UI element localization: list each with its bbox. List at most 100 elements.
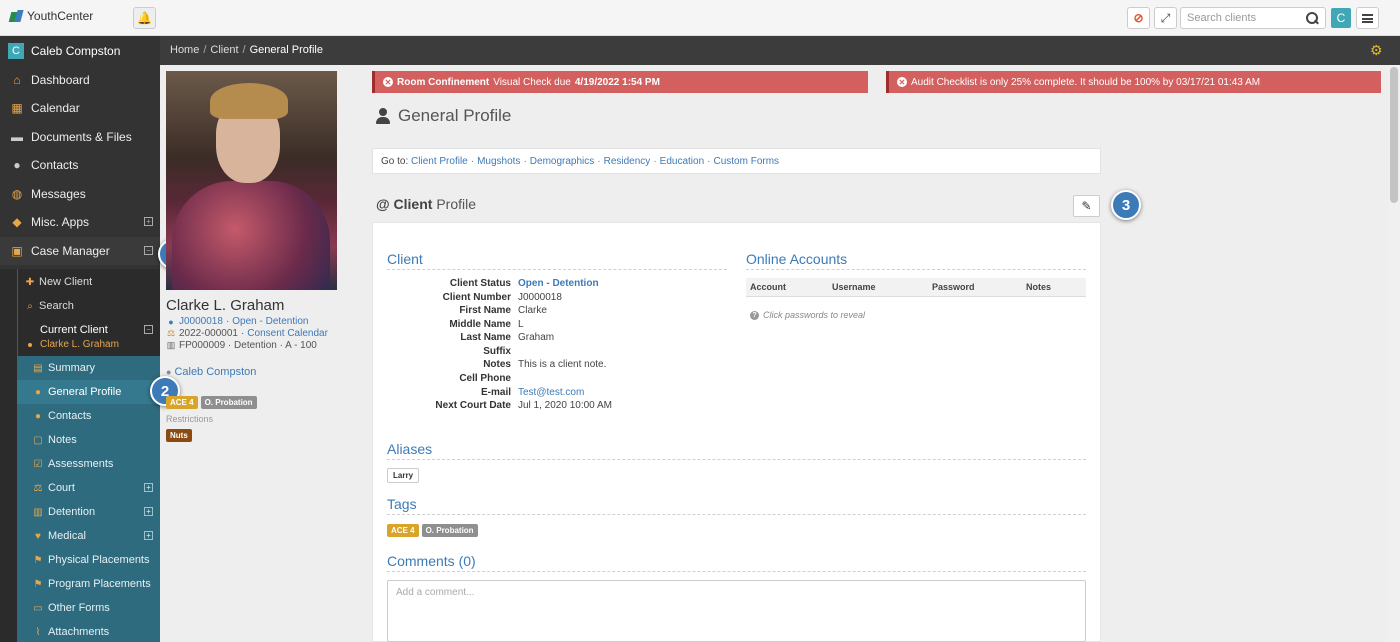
expand-plus-icon[interactable]: +: [144, 531, 153, 540]
sidebar-item-new-client[interactable]: ✚ New Client: [0, 270, 160, 294]
sidebar-item-search[interactable]: ⌕ Search: [0, 294, 160, 318]
page-title: General Profile: [376, 106, 511, 126]
caseworker-link[interactable]: Caleb Compston: [174, 366, 256, 378]
current-client-header[interactable]: Current Client Clarke L. Graham −: [0, 319, 160, 355]
goto-demographics[interactable]: Demographics: [530, 156, 594, 167]
client-menu-attachments[interactable]: ⌇ Attachments: [17, 620, 160, 642]
field-notes: Notes This is a client note.: [483, 359, 607, 370]
youthcenter-logo-icon: [10, 10, 23, 23]
case-number-line: ⚖ 2022-000001 · Consent Calendar: [166, 328, 328, 339]
settings-gear-icon[interactable]: ⚙: [1370, 43, 1384, 57]
consent-calendar-link[interactable]: Consent Calendar: [247, 328, 328, 339]
client-menu-court[interactable]: ⚖ Court +: [17, 476, 160, 500]
email-link[interactable]: Test@test.com: [518, 387, 584, 398]
page-scrollbar[interactable]: [1388, 65, 1400, 642]
tags-title: Tags: [387, 496, 1086, 515]
sidebar-item-misc-apps[interactable]: ◆ Misc. Apps +: [0, 208, 160, 236]
user-icon: ●: [34, 386, 42, 398]
paperclip-icon: ⌇: [35, 626, 41, 638]
fullscreen-button[interactable]: ⤢: [1154, 7, 1177, 29]
sidebar: ⌂ Dashboard ▦ Calendar ▬ Documents & Files …: [0, 65, 160, 642]
goto-education[interactable]: Education: [660, 156, 704, 167]
users-icon: ●: [34, 410, 42, 422]
client-menu-assessments[interactable]: ☑ Assessments: [17, 452, 160, 476]
facility-line: ▥ FP000009 · Detention · A - 100: [166, 340, 317, 351]
client-status-link[interactable]: Open - Detention: [232, 316, 308, 327]
restriction-tag: Nuts: [166, 429, 192, 442]
online-accounts-header: Account Username Password Notes: [746, 278, 1086, 297]
client-menu-other-forms[interactable]: ▭ Other Forms: [17, 596, 160, 620]
client-menu-medical[interactable]: ♥ Medical +: [17, 524, 160, 548]
collapse-minus-icon[interactable]: −: [144, 325, 153, 334]
main-menu-button[interactable]: [1356, 7, 1379, 29]
user-avatar: C: [8, 42, 24, 59]
do-not-disturb-button[interactable]: ⊘: [1127, 7, 1150, 29]
online-accounts-title: Online Accounts: [746, 251, 1086, 270]
expand-plus-icon[interactable]: +: [144, 483, 153, 492]
tag-probation: O. Probation: [421, 524, 478, 537]
client-menu-program-placements[interactable]: ⚑ Program Placements: [17, 572, 160, 596]
field-cell-phone: Cell Phone: [459, 373, 511, 384]
case-number: 2022-000001: [179, 328, 238, 339]
client-search-input[interactable]: [1187, 12, 1305, 24]
photo-hoodie: [172, 181, 330, 290]
client-menu-physical-placements[interactable]: ⚑ Physical Placements: [17, 548, 160, 572]
client-search: [1180, 7, 1326, 29]
building-icon: ▥: [166, 340, 176, 350]
expand-plus-icon[interactable]: +: [144, 507, 153, 516]
alert-room-confinement[interactable]: ✕ Room Confinement Visual Check due 4/19…: [372, 71, 868, 93]
comments-title: Comments (0): [387, 553, 1086, 572]
sidebar-item-messages[interactable]: ◍ Messages: [0, 180, 160, 208]
field-client-status: Client Status Open - Detention: [449, 278, 599, 289]
expand-plus-icon[interactable]: +: [144, 217, 153, 226]
edit-profile-button[interactable]: ✎: [1073, 195, 1100, 217]
sidebar-item-dashboard[interactable]: ⌂ Dashboard: [0, 66, 160, 94]
goto-mugshots[interactable]: Mugshots: [477, 156, 520, 167]
search-icon[interactable]: [1306, 12, 1319, 25]
tags-list: ACE 4 O. Probation: [387, 524, 478, 537]
close-circle-icon[interactable]: ✕: [897, 77, 907, 87]
header-bar: C Caleb Compston Home / Client / General Pro…: [0, 36, 1400, 65]
sidebar-item-calendar[interactable]: ▦ Calendar: [0, 94, 160, 122]
restrictions: Nuts: [166, 427, 192, 442]
folder-icon: ▬: [11, 130, 23, 144]
client-number-link[interactable]: J0000018: [179, 316, 223, 327]
scroll-thumb[interactable]: [1390, 67, 1398, 203]
callout-badge-3: 3: [1111, 190, 1141, 220]
collapse-minus-icon[interactable]: −: [144, 246, 153, 255]
comment-input[interactable]: [387, 580, 1086, 642]
goto-custom-forms[interactable]: Custom Forms: [713, 156, 779, 167]
client-menu-general-profile[interactable]: ● General Profile: [17, 380, 160, 404]
sidebar-item-documents[interactable]: ▬ Documents & Files: [0, 123, 160, 151]
client-menu-detention[interactable]: ▥ Detention +: [17, 500, 160, 524]
app-name: YouthCenter: [27, 9, 94, 23]
scale-icon: ⚖: [166, 328, 176, 338]
close-circle-icon[interactable]: ✕: [383, 77, 393, 87]
edit-icon: ✎: [1081, 199, 1092, 213]
user-icon: ●: [168, 316, 174, 327]
client-menu-contacts[interactable]: ● Contacts: [17, 404, 160, 428]
goto-client-profile[interactable]: Client Profile: [411, 156, 468, 167]
client-menu-summary[interactable]: ▤ Summary: [17, 356, 160, 380]
alert-audit-checklist[interactable]: ✕ Audit Checklist is only 25% complete. …: [886, 71, 1381, 93]
goto-residency[interactable]: Residency: [604, 156, 651, 167]
client-photo[interactable]: [166, 71, 337, 290]
current-user[interactable]: C Caleb Compston: [0, 36, 160, 65]
question-circle-icon: ?: [750, 310, 759, 320]
brand[interactable]: YouthCenter: [10, 9, 93, 23]
sidebar-item-case-manager[interactable]: ▣ Case Manager −: [0, 237, 160, 265]
caseworker: ● Caleb Compston: [166, 366, 256, 378]
expand-icon: ⤢: [1160, 10, 1171, 25]
restrictions-label: Restrictions: [166, 414, 214, 424]
breadcrumb-home[interactable]: Home: [170, 44, 199, 56]
sidebar-item-contacts[interactable]: ● Contacts: [0, 151, 160, 179]
bell-icon: 🔔: [137, 11, 152, 25]
field-middle-name: Middle Name L: [449, 319, 524, 330]
breadcrumb-client[interactable]: Client: [210, 44, 238, 56]
notifications-button[interactable]: 🔔: [133, 7, 156, 29]
client-menu-notes[interactable]: ▢ Notes: [17, 428, 160, 452]
reveal-passwords-hint[interactable]: ? Click passwords to reveal: [750, 310, 865, 320]
field-last-name: Last Name Graham: [460, 332, 555, 343]
user-avatar-button[interactable]: C: [1331, 8, 1351, 28]
field-suffix: Suffix: [483, 346, 511, 357]
